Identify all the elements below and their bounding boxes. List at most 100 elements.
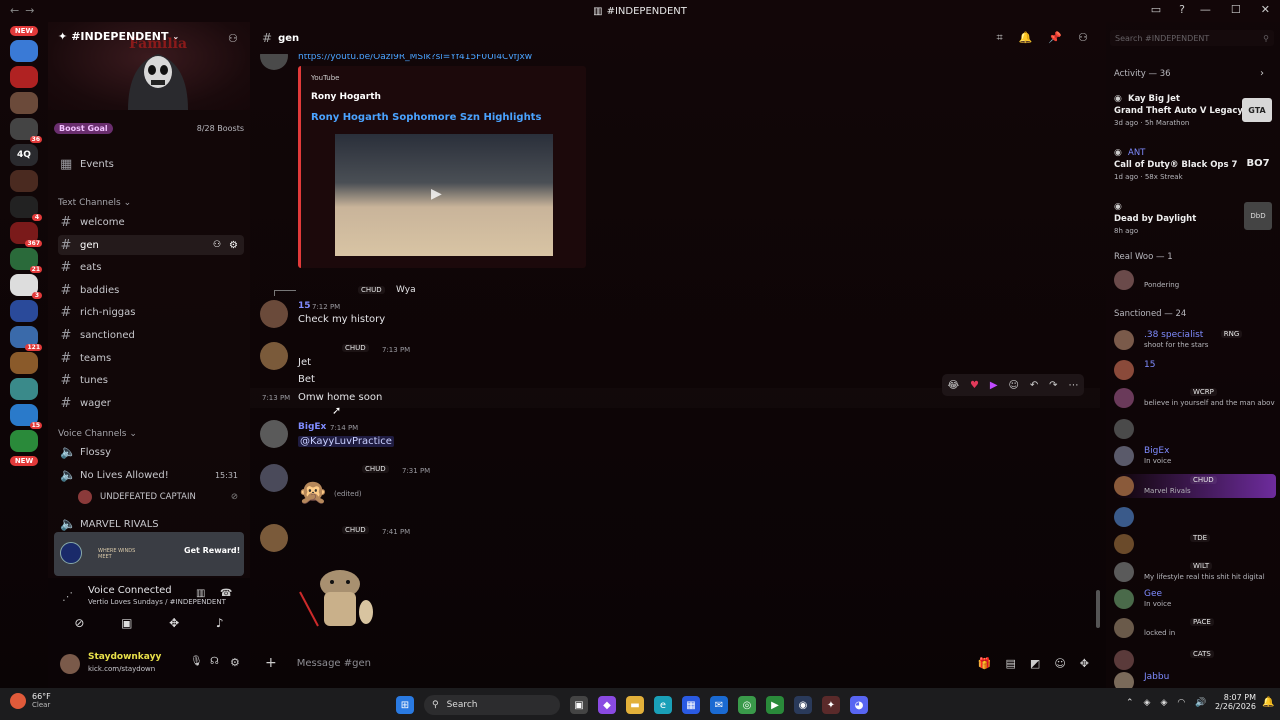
- tray-app-icon[interactable]: ◈: [1160, 698, 1167, 708]
- server-icon[interactable]: [10, 430, 38, 452]
- maximize-button[interactable]: ☐: [1231, 3, 1241, 16]
- activity-card[interactable]: ◉ Dead by Daylight 8h ago DbD: [1114, 200, 1276, 238]
- play-icon[interactable]: ▶: [431, 186, 442, 202]
- member-row[interactable]: CATS: [1114, 648, 1276, 672]
- avatar[interactable]: [60, 654, 80, 674]
- weather-widget[interactable]: 66°F Clear: [10, 692, 51, 709]
- apps-icon[interactable]: ✥: [1080, 657, 1089, 670]
- windows-start-icon[interactable]: ⊞: [396, 696, 414, 714]
- get-reward-button[interactable]: Get Reward!: [184, 546, 240, 555]
- threads-icon[interactable]: ⌗: [997, 31, 1003, 45]
- channel-tunes[interactable]: # tunes: [58, 370, 244, 390]
- member-row[interactable]: Pondering: [1114, 268, 1276, 292]
- server-icon[interactable]: [10, 92, 38, 114]
- server-icon[interactable]: 121: [10, 326, 42, 351]
- outlook-icon[interactable]: ✉: [710, 696, 728, 714]
- activity-card[interactable]: ◉ ANT Call of Duty® Black Ops 7 1d ago ·…: [1114, 146, 1276, 184]
- voice-channel-flossy[interactable]: 🔈 Flossy: [58, 442, 244, 462]
- minimize-button[interactable]: —: [1200, 3, 1211, 16]
- video-thumbnail[interactable]: ▶: [335, 134, 553, 256]
- scrollbar[interactable]: [1096, 590, 1100, 628]
- soundboard-alt-icon[interactable]: ♪: [216, 616, 224, 630]
- server-icon[interactable]: 4Q: [10, 144, 38, 166]
- promo-banner[interactable]: WHERE WINDS MEET Get Reward!: [54, 532, 244, 576]
- avatar[interactable]: [260, 342, 288, 370]
- voice-channel-no-lives[interactable]: 🔈 No Lives Allowed! 15:31: [58, 465, 244, 485]
- mention[interactable]: @KayyLuvPractice: [298, 436, 394, 447]
- store-icon[interactable]: ▦: [682, 696, 700, 714]
- headphones-icon[interactable]: ☊: [210, 656, 219, 667]
- avatar[interactable]: [260, 54, 288, 70]
- super-reaction-icon[interactable]: ▶: [990, 380, 998, 391]
- server-icon[interactable]: 15: [10, 404, 42, 429]
- app-icon[interactable]: ▶: [766, 696, 784, 714]
- camera-off-icon[interactable]: ⊘: [74, 616, 84, 630]
- wifi-icon[interactable]: ◠: [1177, 698, 1185, 708]
- server-icon[interactable]: [10, 170, 38, 192]
- member-row[interactable]: WILT My lifestyle real this shit hit digi…: [1114, 560, 1276, 584]
- gif-icon[interactable]: ▤: [1006, 657, 1016, 670]
- avatar[interactable]: [260, 420, 288, 448]
- channel-gen[interactable]: # gen ⚇ ⚙: [58, 235, 244, 255]
- activity-icon[interactable]: ✥: [169, 616, 179, 630]
- member-row[interactable]: [1114, 505, 1276, 529]
- invite-icon[interactable]: ⚇: [228, 32, 238, 45]
- tray-chevron-icon[interactable]: ⌃: [1126, 698, 1134, 708]
- channel-wager[interactable]: # wager: [58, 393, 244, 413]
- emoji-icon[interactable]: ☺: [1054, 657, 1065, 670]
- server-icon[interactable]: [10, 378, 38, 400]
- member-row[interactable]: TDE: [1114, 532, 1276, 556]
- channel-sanctioned[interactable]: # sanctioned: [58, 325, 244, 345]
- text-channels-category[interactable]: Text Channels ⌄: [58, 198, 131, 208]
- reply-icon[interactable]: ↶: [1030, 380, 1038, 391]
- file-explorer-icon[interactable]: ▬: [626, 696, 644, 714]
- server-icon[interactable]: [10, 40, 38, 62]
- member-row[interactable]: 15: [1114, 358, 1276, 382]
- server-icon[interactable]: [10, 66, 38, 88]
- discord-icon[interactable]: ◕: [850, 696, 868, 714]
- task-view-icon[interactable]: ▣: [570, 696, 588, 714]
- server-icon[interactable]: 36: [10, 118, 42, 143]
- channel-eats[interactable]: # eats: [58, 257, 244, 277]
- boost-goal-bar[interactable]: Boost Goal 8/28 Boosts: [54, 120, 244, 136]
- notification-bell-icon[interactable]: 🔔: [1262, 697, 1274, 708]
- more-icon[interactable]: ⋯: [1068, 380, 1078, 391]
- chrome-icon[interactable]: ◎: [738, 696, 756, 714]
- mic-icon[interactable]: 🎙: [190, 656, 203, 667]
- channel-rich-niggas[interactable]: # rich-niggas: [58, 302, 244, 322]
- app-icon[interactable]: ✦: [822, 696, 840, 714]
- member-row[interactable]: WCRP believe in yourself and the man abov: [1114, 386, 1276, 410]
- message-composer[interactable]: + Message #gen 🎁 ▤ ◩ ☺ ✥: [255, 650, 1095, 676]
- events-link[interactable]: ▦ Events: [58, 154, 244, 174]
- member-row[interactable]: PACE locked in: [1114, 616, 1276, 640]
- sticker-icon[interactable]: ◩: [1030, 657, 1040, 670]
- add-reaction-icon[interactable]: ☺: [1009, 380, 1019, 391]
- chevron-right-icon[interactable]: ›: [1260, 68, 1264, 79]
- steam-icon[interactable]: ◉: [794, 696, 812, 714]
- clock[interactable]: 8:07 PM 2/26/2026: [1206, 693, 1256, 711]
- soundboard-icon[interactable]: ▥: [196, 588, 205, 599]
- server-icon[interactable]: 367: [10, 222, 42, 247]
- member-row[interactable]: Gee In voice: [1114, 587, 1276, 611]
- avatar[interactable]: [260, 524, 288, 552]
- channel-welcome[interactable]: # welcome: [58, 212, 244, 232]
- channel-teams[interactable]: # teams: [58, 348, 244, 368]
- close-button[interactable]: ✕: [1261, 3, 1270, 16]
- message-link[interactable]: https://youtu.be/OazI9R_MSik?si=Yf415F0U…: [298, 54, 532, 62]
- forward-icon[interactable]: ↷: [1049, 380, 1057, 391]
- member-row[interactable]: [1114, 417, 1276, 441]
- server-icon[interactable]: 21: [10, 248, 42, 273]
- gear-icon[interactable]: ⚙: [229, 240, 238, 251]
- add-member-icon[interactable]: ⚇: [213, 240, 221, 250]
- settings-gear-icon[interactable]: ⚙: [230, 656, 240, 669]
- member-row[interactable]: .38 specialist RNG shoot for the stars: [1114, 328, 1276, 352]
- avatar[interactable]: [260, 300, 288, 328]
- activity-card[interactable]: ◉ Kay Big Jet Grand Theft Auto V Legacy …: [1114, 92, 1276, 130]
- volume-icon[interactable]: 🔊: [1195, 698, 1206, 708]
- voice-channels-category[interactable]: Voice Channels ⌄: [58, 429, 137, 439]
- server-icon[interactable]: 3: [10, 274, 42, 299]
- bell-icon[interactable]: 🔔: [1019, 31, 1033, 45]
- avatar[interactable]: [260, 464, 288, 492]
- inbox-icon[interactable]: ▭: [1151, 3, 1161, 16]
- edge-icon[interactable]: e: [654, 696, 672, 714]
